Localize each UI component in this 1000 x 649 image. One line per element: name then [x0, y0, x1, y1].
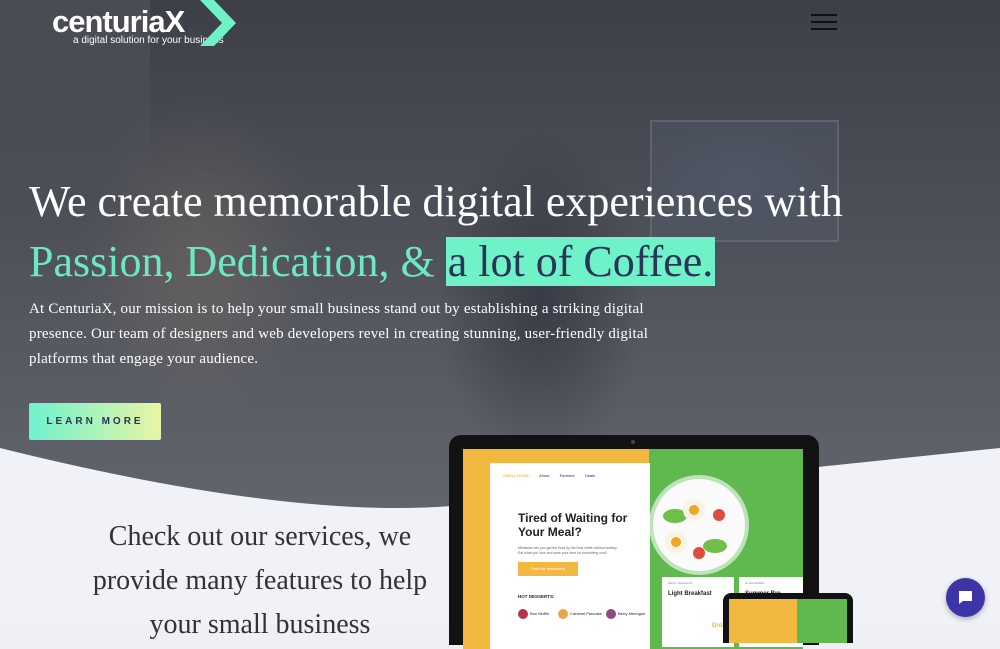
- headline-accent: Passion, Dedication, &: [29, 237, 435, 286]
- mockup-dessert: Bon Muffin: [518, 609, 549, 619]
- laptop-camera: [631, 440, 635, 444]
- chat-bubble-icon: [959, 591, 972, 604]
- hamburger-menu-icon[interactable]: [811, 14, 837, 30]
- mockup-hot-label: HOT DESSERTS:: [518, 594, 555, 599]
- mockup-subtitle: Mealwise lets you get the food by the be…: [518, 546, 618, 555]
- mockup-title: Tired of Waiting for Your Meal?: [518, 511, 628, 539]
- mockup-dessert: Caramel Pancake: [558, 609, 602, 619]
- logo-chevron-icon: [200, 0, 236, 46]
- headline-highlight: a lot of Coffee.: [445, 237, 716, 286]
- mockup-nav: SMALL HOME About Partners Deals: [503, 473, 596, 478]
- mission-text: At CenturiaX, our mission is to help you…: [29, 301, 649, 367]
- chat-button[interactable]: [946, 578, 985, 617]
- mockup-find-button: Find the restaurant: [518, 562, 578, 576]
- food-plate-image: [653, 479, 745, 571]
- learn-more-button[interactable]: LEARN MORE: [29, 403, 161, 440]
- mockup-dessert: Berry Meringue: [606, 609, 645, 619]
- services-intro: Check out our services, we provide many …: [92, 521, 428, 640]
- hero-headline: We create memorable digital experiences …: [29, 172, 969, 292]
- headline-line1: We create memorable digital experiences …: [29, 177, 843, 226]
- tablet-mockup: [723, 593, 853, 643]
